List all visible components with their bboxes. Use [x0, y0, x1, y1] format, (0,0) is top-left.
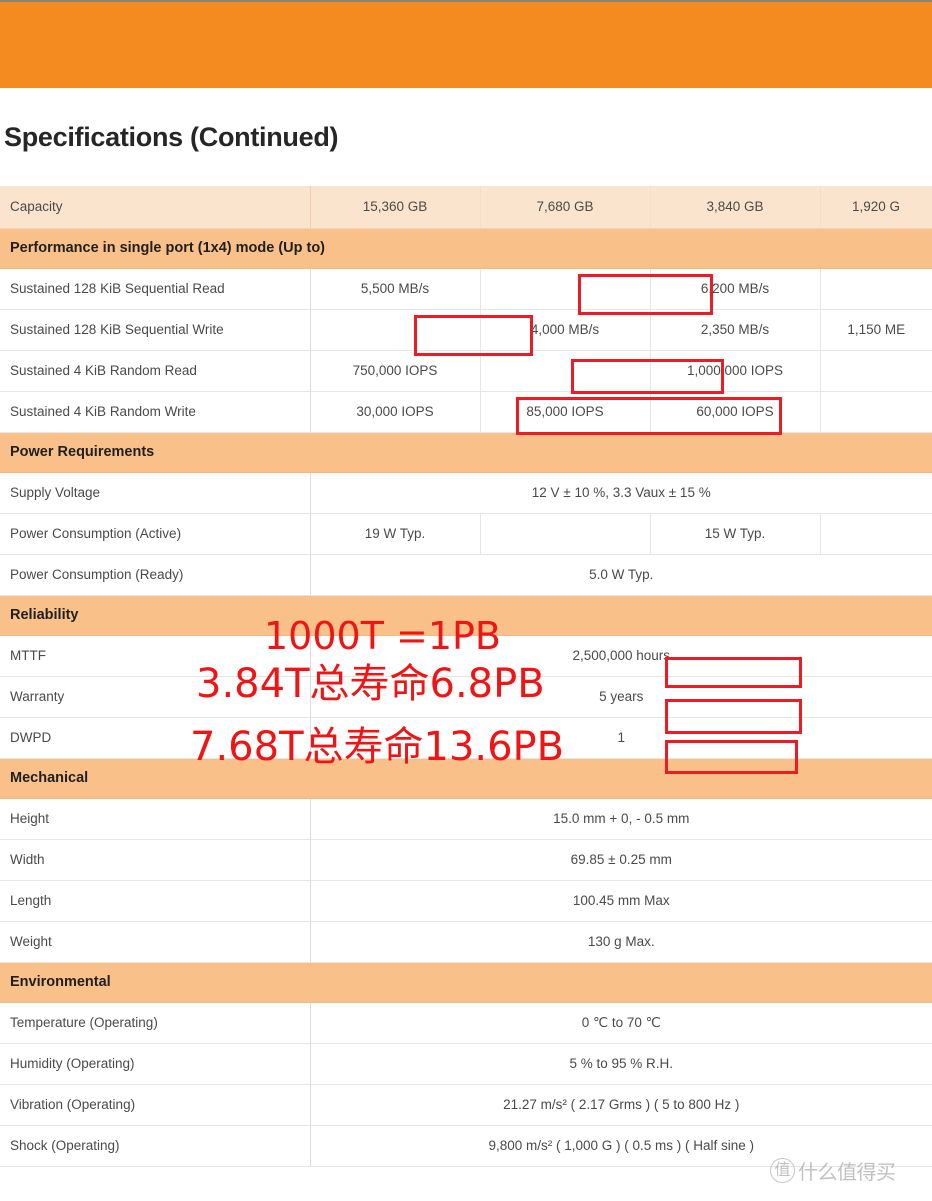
cell-value-merged: 5.0 W Typ.	[310, 554, 932, 596]
cell-value: 6,200 MB/s	[650, 268, 821, 310]
cell-value: 30,000 IOPS	[310, 391, 481, 433]
annotation-text-line-1: 1000T =1PB	[264, 614, 501, 658]
row-label: Power Consumption (Ready)	[0, 554, 311, 596]
cell-value-merged: 100.45 mm Max	[310, 880, 932, 922]
cell-value	[820, 391, 932, 433]
row-label: Sustained 4 KiB Random Read	[0, 350, 311, 392]
cell-value	[820, 268, 932, 310]
cell-value	[480, 268, 651, 310]
cell-value-merged: 130 g Max.	[310, 921, 932, 963]
cell-value: 2,350 MB/s	[650, 309, 821, 351]
cell-value: 1,150 ME	[820, 309, 932, 351]
row-label: Humidity (Operating)	[0, 1043, 311, 1085]
section-header-power-requirements: Power Requirements	[0, 432, 932, 473]
cell-value-merged: 15.0 mm + 0, - 0.5 mm	[310, 798, 932, 840]
cell-value-merged: 69.85 ± 0.25 mm	[310, 839, 932, 881]
annotation-text-line-2: 3.84T总寿命6.8PB	[196, 661, 545, 707]
cell-value	[480, 350, 651, 392]
capacity-value-4: 1,920 G	[820, 186, 932, 229]
table-row: Weight 130 g Max.	[0, 921, 932, 963]
row-label: Width	[0, 839, 311, 881]
cell-value-merged: 0 ℃ to 70 ℃	[310, 1002, 932, 1044]
row-label: Sustained 128 KiB Sequential Write	[0, 309, 311, 351]
table-row: Height 15.0 mm + 0, - 0.5 mm	[0, 798, 932, 840]
cell-value-merged: 12 V ± 10 %, 3.3 Vaux ± 15 %	[310, 472, 932, 514]
cell-value-merged: 21.27 m/s² ( 2.17 Grms ) ( 5 to 800 Hz )	[310, 1084, 932, 1126]
row-label: Power Consumption (Active)	[0, 513, 311, 555]
section-header-performance: Performance in single port (1x4) mode (U…	[0, 228, 932, 269]
section-header-label: Power Requirements	[0, 432, 932, 473]
cell-value: 19 W Typ.	[310, 513, 481, 555]
capacity-value-2: 7,680 GB	[480, 186, 651, 229]
page-title: Specifications (Continued)	[4, 122, 339, 152]
cell-value	[310, 309, 481, 351]
cell-value-merged: 5 % to 95 % R.H.	[310, 1043, 932, 1085]
row-label: Length	[0, 880, 311, 922]
row-label: Height	[0, 798, 311, 840]
cell-value	[480, 513, 651, 555]
cell-value-merged: 9,800 m/s² ( 1,000 G ) ( 0.5 ms ) ( Half…	[310, 1125, 932, 1167]
table-row: Sustained 4 KiB Random Write 30,000 IOPS…	[0, 391, 932, 433]
table-row-capacity: Capacity 15,360 GB 7,680 GB 3,840 GB 1,9…	[0, 186, 932, 229]
cell-value	[820, 513, 932, 555]
table-row: Temperature (Operating) 0 ℃ to 70 ℃	[0, 1002, 932, 1044]
top-orange-banner	[0, 0, 932, 88]
cell-value: 15 W Typ.	[650, 513, 821, 555]
row-label: Supply Voltage	[0, 472, 311, 514]
row-label: Temperature (Operating)	[0, 1002, 311, 1044]
section-header-environmental: Environmental	[0, 962, 932, 1003]
row-label: Weight	[0, 921, 311, 963]
row-label: Vibration (Operating)	[0, 1084, 311, 1126]
section-header-label: Environmental	[0, 962, 932, 1003]
capacity-value-1: 15,360 GB	[310, 186, 481, 229]
page-root: Specifications (Continued) Capacity 15,3…	[0, 0, 932, 1201]
cell-value: 85,000 IOPS	[480, 391, 651, 433]
cell-value: 750,000 IOPS	[310, 350, 481, 392]
cell-value: 5,500 MB/s	[310, 268, 481, 310]
cell-value	[820, 350, 932, 392]
table-row: Length 100.45 mm Max	[0, 880, 932, 922]
row-label: Shock (Operating)	[0, 1125, 311, 1167]
annotation-text-line-3: 7.68T总寿命13.6PB	[190, 724, 565, 770]
capacity-value-3: 3,840 GB	[650, 186, 821, 229]
table-row: Sustained 128 KiB Sequential Read 5,500 …	[0, 268, 932, 310]
table-row: Shock (Operating) 9,800 m/s² ( 1,000 G )…	[0, 1125, 932, 1167]
section-header-label: Performance in single port (1x4) mode (U…	[0, 228, 932, 269]
row-label: Sustained 4 KiB Random Write	[0, 391, 311, 433]
table-row: Sustained 4 KiB Random Read 750,000 IOPS…	[0, 350, 932, 392]
row-label: Capacity	[0, 186, 311, 229]
table-row: Vibration (Operating) 21.27 m/s² ( 2.17 …	[0, 1084, 932, 1126]
cell-value: 4,000 MB/s	[480, 309, 651, 351]
table-row: Sustained 128 KiB Sequential Write 4,000…	[0, 309, 932, 351]
table-row: Power Consumption (Ready) 5.0 W Typ.	[0, 554, 932, 596]
cell-value: 60,000 IOPS	[650, 391, 821, 433]
row-label: Sustained 128 KiB Sequential Read	[0, 268, 311, 310]
cell-value: 1,000,000 IOPS	[650, 350, 821, 392]
table-row: Humidity (Operating) 5 % to 95 % R.H.	[0, 1043, 932, 1085]
table-row: Power Consumption (Active) 19 W Typ. 15 …	[0, 513, 932, 555]
table-row: Supply Voltage 12 V ± 10 %, 3.3 Vaux ± 1…	[0, 472, 932, 514]
table-row: Width 69.85 ± 0.25 mm	[0, 839, 932, 881]
